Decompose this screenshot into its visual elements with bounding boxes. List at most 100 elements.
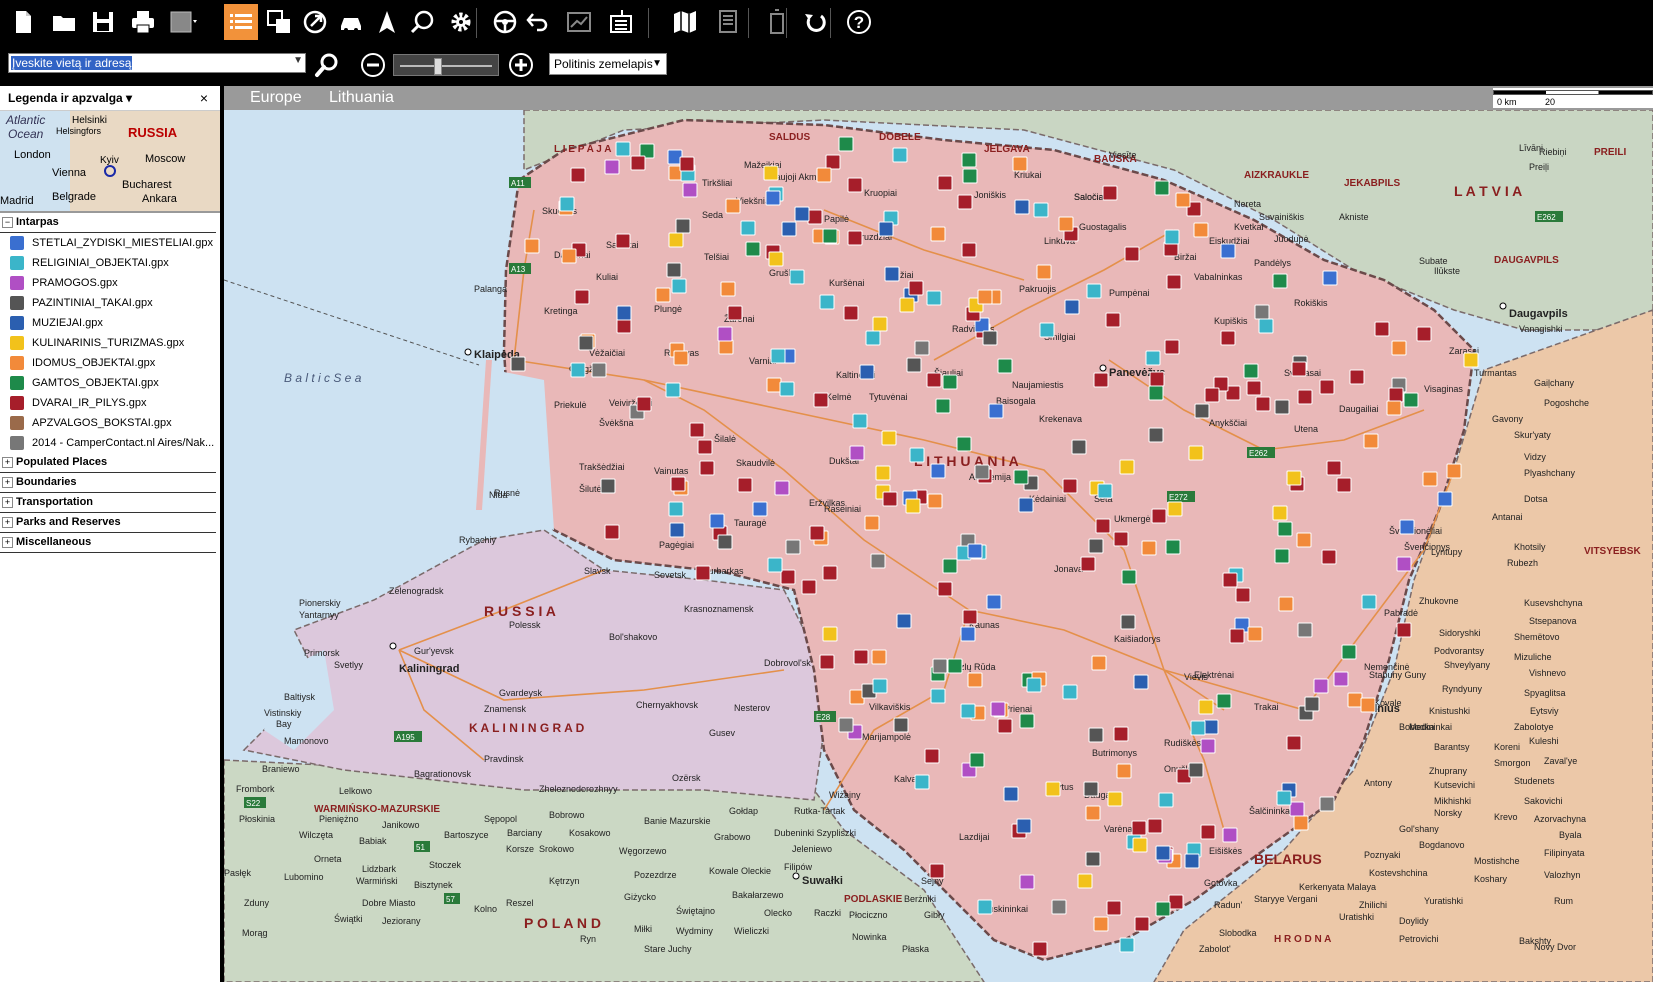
- poi-marker-footprints-icon[interactable]: [1071, 439, 1087, 455]
- poi-marker-mountain-icon[interactable]: [942, 374, 958, 390]
- poi-marker-footprints-icon[interactable]: [1120, 614, 1136, 630]
- poi-marker-castle-icon[interactable]: [1093, 372, 1109, 388]
- poi-marker-castle-icon[interactable]: [1102, 185, 1118, 201]
- address-input-text[interactable]: Įveskite vietą ir adresą: [11, 56, 133, 70]
- poi-marker-castle-icon[interactable]: [1147, 818, 1163, 834]
- import-button[interactable]: [605, 4, 639, 40]
- poi-marker-star-icon[interactable]: [1347, 692, 1363, 708]
- itinerary-button[interactable]: [712, 4, 746, 40]
- steering-button[interactable]: [488, 4, 522, 40]
- poi-marker-mountain-icon[interactable]: [961, 152, 977, 168]
- poi-marker-castle-icon[interactable]: [1349, 369, 1365, 385]
- poi-marker-star-icon[interactable]: [774, 480, 790, 496]
- overview-map[interactable]: Atlantic Ocean Helsinki Helsingfors RUSS…: [0, 111, 220, 213]
- poi-marker-castle-icon[interactable]: [1166, 274, 1182, 290]
- poi-marker-star-icon[interactable]: [1391, 340, 1407, 356]
- poi-marker-camper-icon[interactable]: [1297, 622, 1313, 638]
- poi-marker-castle-icon[interactable]: [1113, 726, 1129, 742]
- layer-item[interactable]: MUZIEJAI.gpx: [0, 313, 220, 333]
- poi-marker-museum-icon[interactable]: [669, 522, 685, 538]
- poi-marker-star-icon[interactable]: [1200, 738, 1216, 754]
- zoom-in-icon[interactable]: [508, 52, 534, 78]
- poi-marker-camper-icon[interactable]: [591, 362, 607, 378]
- poi-marker-cutlery-icon[interactable]: [899, 297, 915, 313]
- poi-marker-star-of-david-icon[interactable]: [960, 626, 976, 642]
- poi-marker-church-icon[interactable]: [1033, 202, 1049, 218]
- poi-marker-church-icon[interactable]: [1190, 720, 1206, 736]
- poi-marker-mountain-icon[interactable]: [1274, 548, 1290, 564]
- poi-marker-footprints-icon[interactable]: [666, 262, 682, 278]
- poi-marker-castle-icon[interactable]: [882, 491, 898, 507]
- poi-marker-museum-icon[interactable]: [1133, 674, 1149, 690]
- poi-marker-mountain-icon[interactable]: [1243, 363, 1259, 379]
- poi-marker-church-icon[interactable]: [1119, 937, 1135, 953]
- poi-marker-museum-icon[interactable]: [794, 206, 810, 222]
- poi-marker-cutlery-icon[interactable]: [881, 430, 897, 446]
- poi-marker-star-icon[interactable]: [1360, 697, 1376, 713]
- poi-marker-cutlery-icon[interactable]: [1167, 501, 1183, 517]
- poi-marker-castle-icon[interactable]: [1151, 508, 1167, 524]
- poi-marker-cutlery-icon[interactable]: [1463, 352, 1479, 368]
- poi-marker-castle-icon[interactable]: [616, 318, 632, 334]
- map-type-select[interactable]: Politinis zemelapis ▼: [549, 53, 667, 75]
- map-book-button[interactable]: [668, 4, 702, 40]
- poi-marker-castle-icon[interactable]: [961, 242, 977, 258]
- poi-marker-church-icon[interactable]: [909, 447, 925, 463]
- poi-marker-church-icon[interactable]: [926, 290, 942, 306]
- map-style-button[interactable]: [166, 4, 200, 40]
- poi-marker-castle-icon[interactable]: [813, 392, 829, 408]
- poi-marker-star-icon[interactable]: [1012, 156, 1028, 172]
- expand-icon[interactable]: +: [2, 536, 13, 548]
- poi-marker-star-icon[interactable]: [1222, 827, 1238, 843]
- poi-marker-museum-icon[interactable]: [878, 221, 894, 237]
- poi-marker-footprints-icon[interactable]: [717, 534, 733, 550]
- layer-item[interactable]: GAMTOS_OBJEKTAI.gpx: [0, 373, 220, 393]
- poi-marker-castle-icon[interactable]: [670, 476, 686, 492]
- poi-marker-star-icon[interactable]: [849, 445, 865, 461]
- poi-marker-star-icon[interactable]: [1289, 801, 1305, 817]
- new-file-button[interactable]: [6, 4, 40, 40]
- find-nearby-button[interactable]: [406, 4, 440, 40]
- poi-marker-church-icon[interactable]: [671, 278, 687, 294]
- address-combobox[interactable]: Įveskite vietą ir adresą ▼: [8, 53, 306, 73]
- poi-marker-castle-icon[interactable]: [780, 569, 796, 585]
- search-icon[interactable]: [314, 52, 340, 78]
- poi-marker-cutlery-icon[interactable]: [1198, 699, 1214, 715]
- layer-item[interactable]: PAZINTINIAI_TAKAI.gpx: [0, 293, 220, 313]
- poi-marker-castle-icon[interactable]: [1106, 900, 1122, 916]
- settings-button[interactable]: [444, 4, 478, 40]
- poi-marker-church-icon[interactable]: [570, 362, 586, 378]
- poi-marker-church-icon[interactable]: [1039, 322, 1055, 338]
- poi-marker-mountain-icon[interactable]: [947, 658, 963, 674]
- poi-marker-cutlery-icon[interactable]: [768, 251, 784, 267]
- poi-marker-castle-icon[interactable]: [937, 175, 953, 191]
- poi-marker-castle-icon[interactable]: [727, 305, 743, 321]
- poi-marker-museum-icon[interactable]: [1016, 818, 1032, 834]
- poi-marker-museum-icon[interactable]: [884, 266, 900, 282]
- poi-marker-cutlery-icon[interactable]: [905, 498, 921, 514]
- poi-marker-castle-icon[interactable]: [843, 305, 859, 321]
- map-view[interactable]: Europe Lithuania 0 km 20 L I T H U A N I…: [224, 86, 1653, 982]
- poi-marker-castle-icon[interactable]: [1105, 312, 1121, 328]
- poi-marker-cutlery-icon[interactable]: [872, 316, 888, 332]
- poi-marker-footprints-icon[interactable]: [1088, 727, 1104, 743]
- poi-marker-cutlery-icon[interactable]: [668, 232, 684, 248]
- poi-marker-mountain-icon[interactable]: [1165, 539, 1181, 555]
- poi-marker-footprints-icon[interactable]: [600, 478, 616, 494]
- poi-marker-church-icon[interactable]: [977, 899, 993, 915]
- poi-marker-cutlery-icon[interactable]: [1107, 791, 1123, 807]
- poi-marker-star-icon[interactable]: [977, 289, 993, 305]
- poi-marker-castle-icon[interactable]: [1220, 330, 1236, 346]
- legend-group-transportation[interactable]: + Transportation: [0, 493, 216, 513]
- legend-group-parks-and-reserves[interactable]: + Parks and Reserves: [0, 513, 216, 533]
- poi-marker-castle-icon[interactable]: [1131, 820, 1147, 836]
- poi-marker-castle-icon[interactable]: [699, 460, 715, 476]
- save-button[interactable]: [86, 4, 120, 40]
- poi-marker-camper-icon[interactable]: [932, 658, 948, 674]
- poi-marker-castle-icon[interactable]: [1235, 587, 1251, 603]
- legend-list-button[interactable]: [224, 4, 258, 40]
- poi-marker-castle-icon[interactable]: [1416, 326, 1432, 342]
- poi-marker-footprints-icon[interactable]: [1083, 781, 1099, 797]
- print-button[interactable]: [126, 4, 160, 40]
- poi-marker-footprints-icon[interactable]: [1304, 696, 1320, 712]
